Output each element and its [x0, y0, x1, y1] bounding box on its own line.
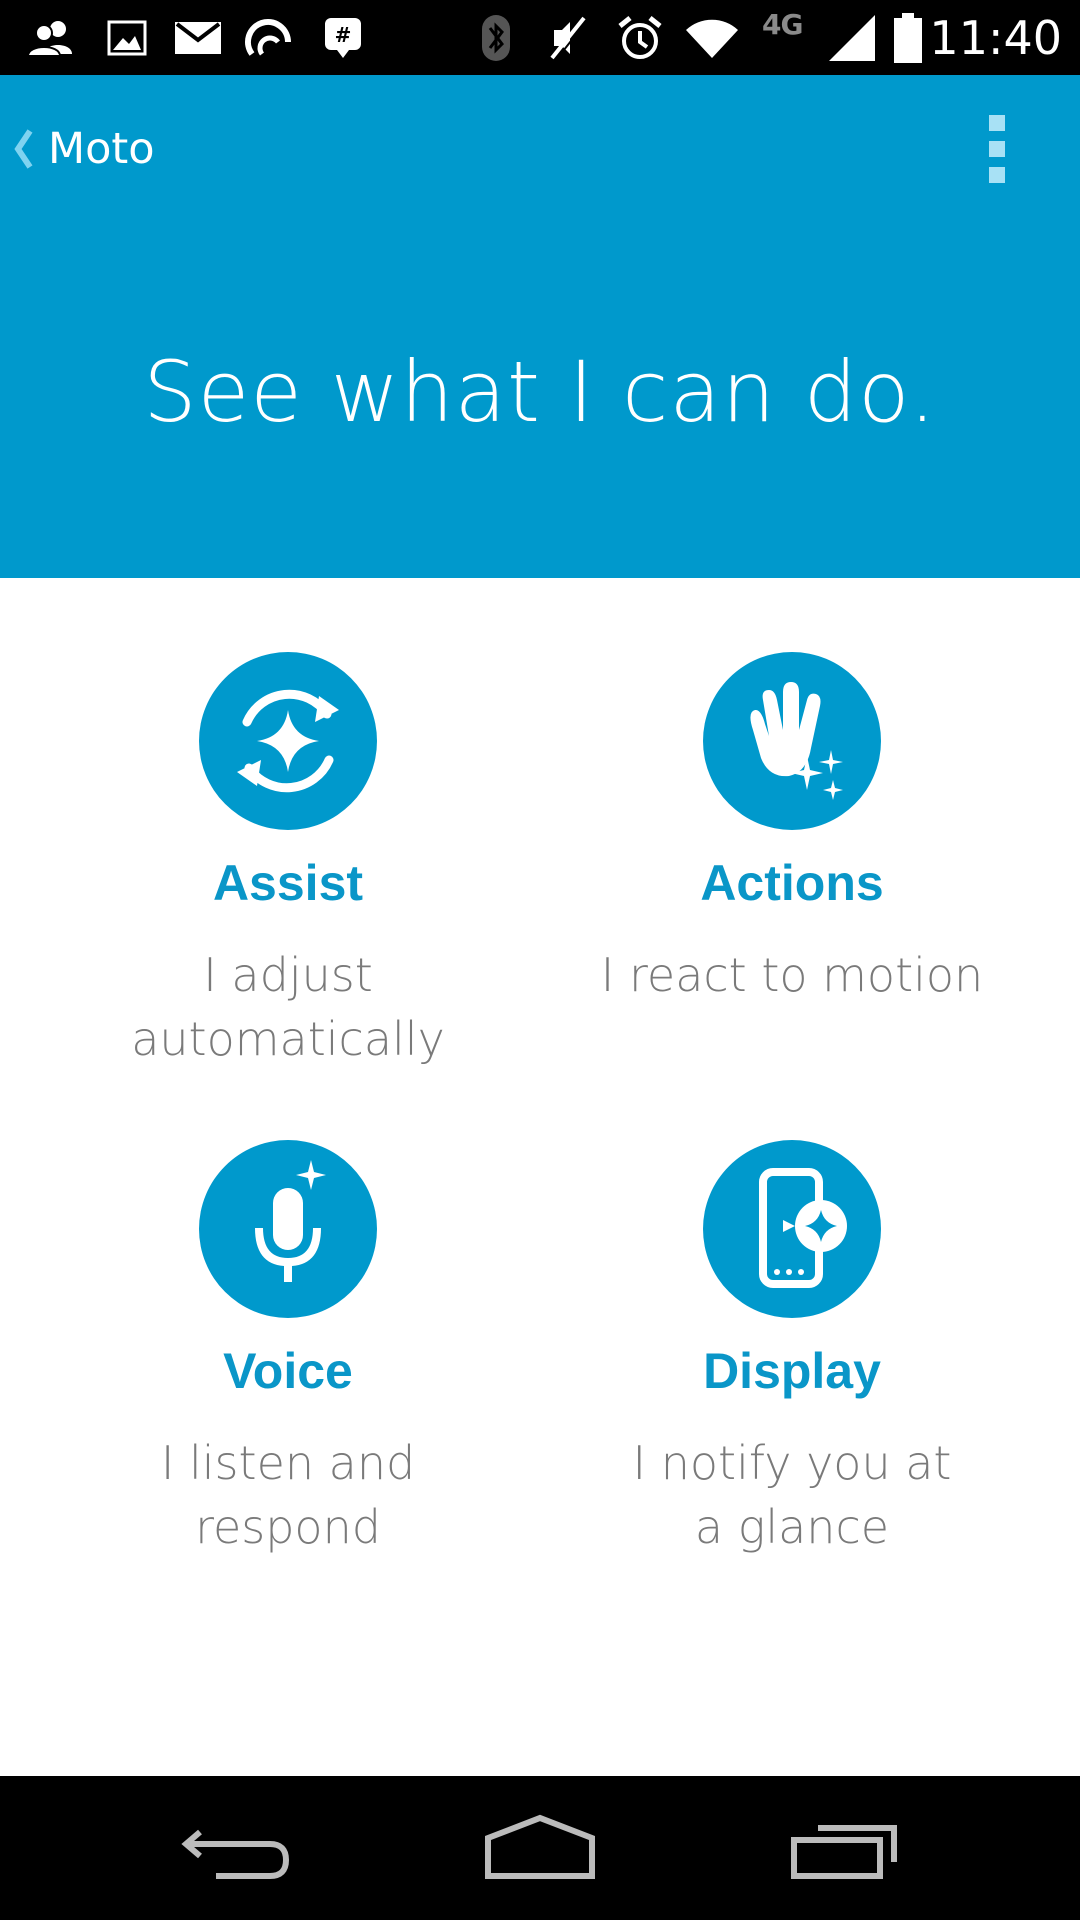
- hero-title: See what I can do.: [143, 343, 937, 441]
- feature-title: Actions: [700, 855, 884, 911]
- gmail-icon: [170, 10, 226, 66]
- system-nav-bar: [0, 1776, 1080, 1920]
- feature-description: I notify you at a glance: [632, 1436, 952, 1554]
- signal-icon: [826, 10, 878, 66]
- home-button[interactable]: [460, 1806, 620, 1890]
- clock: 11:40: [929, 11, 1062, 65]
- phone-notification-icon: [703, 1140, 881, 1318]
- overflow-dot: [989, 115, 1005, 131]
- feature-title: Display: [703, 1343, 881, 1399]
- wifi-icon: [684, 10, 740, 66]
- feature-grid: Assist I adjust automatically Actions I …: [0, 578, 1080, 1776]
- overflow-menu-button[interactable]: [975, 113, 1019, 185]
- recents-button[interactable]: [764, 1806, 924, 1890]
- action-bar: Moto: [0, 75, 1080, 225]
- overflow-dot: [989, 167, 1005, 183]
- feature-card-assist[interactable]: Assist I adjust automatically: [38, 578, 538, 1066]
- home-icon: [485, 1814, 595, 1879]
- feature-card-actions[interactable]: Actions I react to motion: [542, 578, 1042, 1018]
- microphone-icon: [199, 1140, 377, 1318]
- up-navigation-button[interactable]: Moto: [8, 113, 155, 185]
- contacts-icon: [22, 10, 82, 66]
- recents-icon: [791, 1825, 897, 1879]
- assist-sync-sparkle-icon: [199, 652, 377, 830]
- feature-title: Voice: [223, 1343, 353, 1399]
- bbm-icon: #: [320, 10, 366, 66]
- back-icon: [181, 1829, 290, 1879]
- app-title: Moto: [48, 124, 155, 174]
- network-type-label: 4G: [762, 8, 803, 41]
- back-button[interactable]: [160, 1806, 320, 1890]
- svg-text:#: #: [335, 23, 352, 47]
- feature-card-voice[interactable]: Voice I listen and respond: [38, 1066, 538, 1554]
- wave-hand-icon: [703, 652, 881, 830]
- sync-icon: [242, 10, 298, 66]
- chevron-left-icon: [14, 129, 33, 169]
- battery-icon: [890, 10, 926, 66]
- feature-title: Assist: [212, 855, 364, 911]
- feature-description: I adjust automatically: [131, 948, 445, 1066]
- alarm-icon: [614, 10, 666, 66]
- app-header: Moto See what I can do.: [0, 75, 1080, 578]
- overflow-dot: [989, 141, 1005, 157]
- feature-description: I listen and respond: [160, 1436, 416, 1554]
- bluetooth-icon: [476, 10, 516, 66]
- feature-card-display[interactable]: Display I notify you at a glance: [542, 1066, 1042, 1554]
- mute-icon: [546, 10, 590, 66]
- gallery-icon: [104, 10, 150, 66]
- feature-description: I react to motion: [600, 948, 984, 1002]
- status-bar: # 4G 11:40: [0, 0, 1080, 75]
